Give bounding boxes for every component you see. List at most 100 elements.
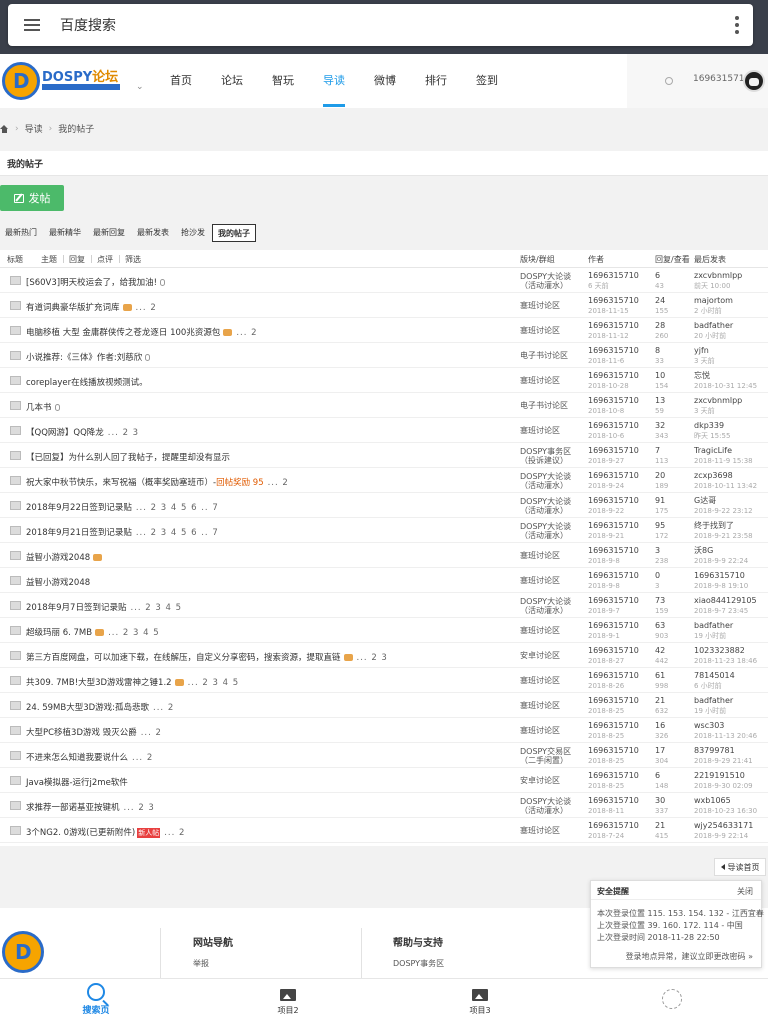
thread-forum[interactable]: DOSPY大论谈（活动灌水） — [520, 797, 586, 815]
bottom-nav-search[interactable]: 搜索页 — [56, 983, 136, 1016]
thread-author[interactable]: 1696315710 — [588, 346, 639, 355]
thread-author[interactable]: 1696315710 — [588, 696, 639, 705]
thread-forum[interactable]: DOSPY交易区（二手闲置） — [520, 747, 586, 765]
last-poster[interactable]: zxcvbnmlpp — [694, 396, 742, 405]
thread-forum[interactable]: DOSPY大论谈（活动灌水） — [520, 597, 586, 615]
table-row[interactable]: 不进来怎么知道我要说什么 ... 2 DOSPY交易区（二手闲置） 169631571… — [0, 743, 768, 768]
last-poster[interactable]: 2219191510 — [694, 771, 745, 780]
nav-smart[interactable]: 智玩 — [272, 72, 294, 88]
thread-pages[interactable]: ... 2 3 4 5 — [188, 678, 240, 688]
thread-author[interactable]: 1696315710 — [588, 471, 639, 480]
table-row[interactable]: [S60V3]明天校运会了，给我加油! DOSPY大论谈（活动灌水） 1696315… — [0, 268, 768, 293]
menu-icon[interactable] — [24, 19, 40, 31]
thread-subject[interactable]: 第三方百度网盘，可以加速下载，在线解压，自定义分享密码，搜索资源，提取直链 — [26, 653, 341, 663]
security-change-password-link[interactable]: 登录地点异常，建议立即更改密码 » — [626, 951, 753, 962]
thread-author[interactable]: 1696315710 — [588, 771, 639, 780]
thread-subject[interactable]: [S60V3]明天校运会了，给我加油! — [26, 278, 157, 288]
thread-subject[interactable]: 共309. 7MB!大型3D游戏雷神之锤1.2 — [26, 678, 172, 688]
table-row[interactable]: 电脑移植 大型 金庸群侠传之苍龙逐日 100兆资源包 ... 2 塞班讨论区 1696… — [0, 318, 768, 343]
thread-forum[interactable]: 塞班讨论区 — [520, 576, 586, 585]
thread-author[interactable]: 1696315710 — [588, 646, 639, 655]
thread-forum[interactable]: 塞班讨论区 — [520, 701, 586, 710]
thread-author[interactable]: 1696315710 — [588, 371, 639, 380]
thread-subject[interactable]: 3个NG2. 0游戏(已更新附件) — [26, 828, 135, 838]
thread-subject[interactable]: 24. 59MB大型3D游戏:孤岛悲歌 — [26, 703, 149, 713]
thread-author[interactable]: 1696315710 — [588, 396, 639, 405]
nav-guide[interactable]: 导读 — [323, 72, 345, 88]
thread-pages[interactable]: ... 2 3 — [357, 653, 388, 663]
last-poster[interactable]: 1023323882 — [694, 646, 745, 655]
last-poster[interactable]: wxb1065 — [694, 796, 731, 805]
last-poster[interactable]: 忘悦 — [694, 371, 710, 380]
tab-new-posts[interactable]: 最新发表 — [132, 224, 174, 242]
thread-subject[interactable]: 【已回复】为什么别人回了我帖子，提醒里却没有显示 — [26, 453, 230, 463]
thread-author[interactable]: 1696315710 — [588, 271, 639, 280]
chevron-down-icon[interactable]: ⌄ — [136, 82, 144, 92]
table-row[interactable]: 3个NG2. 0游戏(已更新附件) 新人帖... 2 塞班讨论区 1696315710… — [0, 818, 768, 843]
thread-subject[interactable]: 益智小游戏2048 — [26, 578, 90, 588]
last-poster[interactable]: 1696315710 — [694, 571, 745, 580]
bottom-nav-item-2[interactable]: 项目2 — [248, 983, 328, 1016]
filter-reply[interactable]: 回复 — [69, 254, 85, 265]
table-row[interactable]: 2018年9月22日签到记录贴 ... 2 3 4 5 6 .. 7 DOSPY大论… — [0, 493, 768, 518]
thread-subject[interactable]: 超级玛丽 6. 7MB — [26, 628, 92, 638]
thread-subject[interactable]: 大型PC移植3D游戏 毁灭公爵 — [26, 728, 137, 738]
last-poster[interactable]: 终于找到了 — [694, 521, 734, 530]
thread-author[interactable]: 1696315710 — [588, 496, 639, 505]
thread-author[interactable]: 1696315710 — [588, 596, 639, 605]
table-row[interactable]: 小说推荐:《三体》作者:刘慈欣 电子书讨论区 1696315710 2018-11-6… — [0, 343, 768, 368]
table-row[interactable]: 大型PC移植3D游戏 毁灭公爵 ... 2 塞班讨论区 1696315710 2018-… — [0, 718, 768, 743]
thread-pages[interactable]: ... 2 — [136, 303, 157, 313]
table-row[interactable]: 祝大家中秋节快乐，来写祝福（概率奖励塞班币）-回帖奖励 95 ... 2 DOSPY… — [0, 468, 768, 493]
thread-pages[interactable]: ... 2 3 4 5 — [130, 603, 182, 613]
table-row[interactable]: 求推荐一部诺基亚按键机 ... 2 3 DOSPY大论谈（活动灌水） 16963157… — [0, 793, 768, 818]
thread-forum[interactable]: 安卓讨论区 — [520, 776, 586, 785]
last-poster[interactable]: dkp339 — [694, 421, 724, 430]
back-to-guide-link[interactable]: 导读首页 — [714, 858, 766, 876]
thread-forum[interactable]: 塞班讨论区 — [520, 376, 586, 385]
thread-forum[interactable]: DOSPY大论谈（活动灌水） — [520, 472, 586, 490]
thread-author[interactable]: 1696315710 — [588, 296, 639, 305]
table-row[interactable]: Java模拟器-运行j2me软件 安卓讨论区 1696315710 2018-8-25… — [0, 768, 768, 793]
thread-pages[interactable]: ... 2 — [236, 328, 257, 338]
table-row[interactable]: 2018年9月21日签到记录贴 ... 2 3 4 5 6 .. 7 DOSPY大论… — [0, 518, 768, 543]
thread-author[interactable]: 1696315710 — [588, 321, 639, 330]
thread-forum[interactable]: DOSPY事务区（投诉建议） — [520, 447, 586, 465]
home-icon[interactable] — [0, 124, 9, 133]
tab-sofa[interactable]: 抢沙发 — [176, 224, 210, 242]
thread-pages[interactable]: ... 2 — [132, 753, 153, 763]
table-row[interactable]: 有道词典豪华版扩充词库 ... 2 塞班讨论区 1696315710 2018-11-1… — [0, 293, 768, 318]
nav-weibo[interactable]: 微博 — [374, 72, 396, 88]
thread-forum[interactable]: DOSPY大论谈（活动灌水） — [520, 522, 586, 540]
table-row[interactable]: 第三方百度网盘，可以加速下载，在线解压，自定义分享密码，搜索资源，提取直链...… — [0, 643, 768, 668]
thread-subject[interactable]: 祝大家中秋节快乐，来写祝福（概率奖励塞班币）- — [26, 478, 216, 488]
thread-pages[interactable]: ... 2 — [164, 828, 185, 838]
thread-pages[interactable]: ... 2 — [141, 728, 162, 738]
thread-author[interactable]: 1696315710 — [588, 821, 639, 830]
table-row[interactable]: 益智小游戏2048 塞班讨论区 1696315710 2018-9-8 3 238 沃8G 2… — [0, 543, 768, 568]
thread-forum[interactable]: DOSPY大论谈（活动灌水） — [520, 272, 586, 290]
tab-digest[interactable]: 最新精华 — [44, 224, 86, 242]
nav-checkin[interactable]: 签到 — [476, 72, 498, 88]
table-row[interactable]: 超级玛丽 6. 7MB ... 2 3 4 5 塞班讨论区 1696315710 201… — [0, 618, 768, 643]
thread-subject[interactable]: 小说推荐:《三体》作者:刘慈欣 — [26, 353, 142, 363]
bottom-nav-item-3[interactable]: 项目3 — [440, 983, 520, 1016]
filter-filter[interactable]: 筛选 — [125, 254, 141, 265]
user-id[interactable]: 1696315710 — [693, 74, 750, 84]
last-poster[interactable]: 83799781 — [694, 746, 735, 755]
last-poster[interactable]: majortom — [694, 296, 733, 305]
last-poster[interactable]: xiao844129105 — [694, 596, 757, 605]
breadcrumb-my-posts[interactable]: 我的帖子 — [58, 122, 94, 135]
last-poster[interactable]: badfather — [694, 621, 733, 630]
table-row[interactable]: 2018年9月7日签到记录贴... 2 3 4 5 DOSPY大论谈（活动灌水） 1… — [0, 593, 768, 618]
thread-subject[interactable]: 几本书 — [26, 403, 52, 413]
thread-forum[interactable]: DOSPY大论谈（活动灌水） — [520, 497, 586, 515]
last-poster[interactable]: 沃8G — [694, 546, 713, 555]
table-row[interactable]: 几本书 电子书讨论区 1696315710 2018-10-8 13 59 zxcvbnml… — [0, 393, 768, 418]
last-poster[interactable]: zcxp3698 — [694, 471, 733, 480]
filter-topic[interactable]: 主题 — [41, 254, 57, 265]
footer-affairs-link[interactable]: DOSPY事务区 — [393, 958, 444, 969]
thread-forum[interactable]: 电子书讨论区 — [520, 401, 586, 410]
thread-forum[interactable]: 安卓讨论区 — [520, 651, 586, 660]
last-poster[interactable]: wsc303 — [694, 721, 724, 730]
